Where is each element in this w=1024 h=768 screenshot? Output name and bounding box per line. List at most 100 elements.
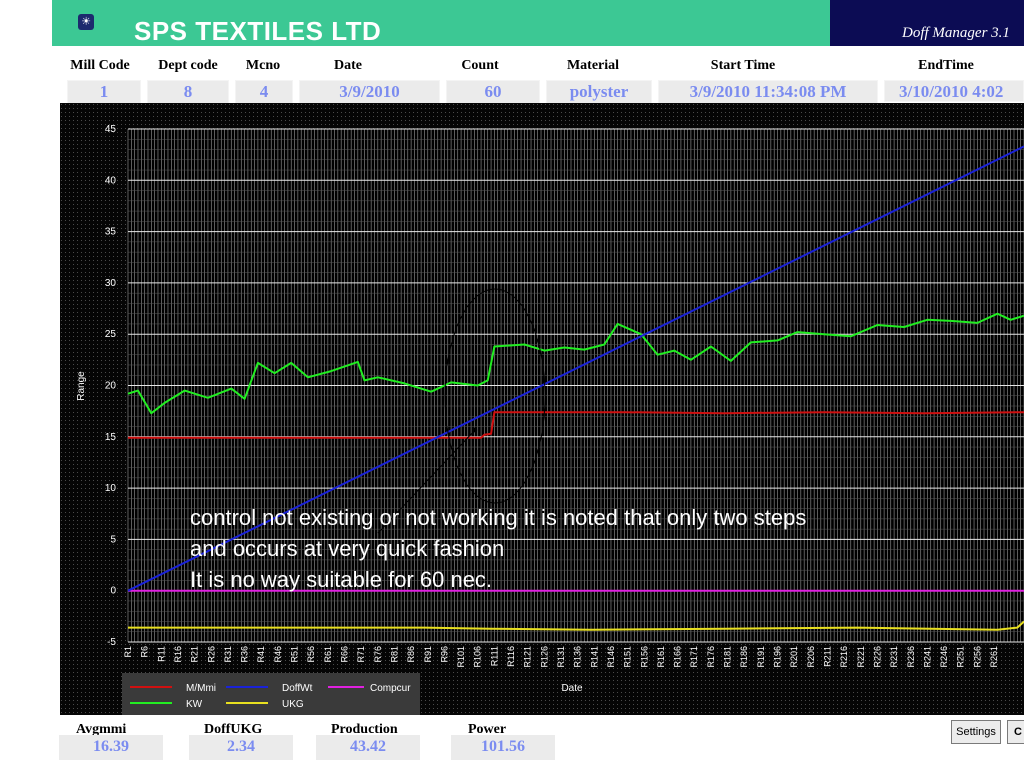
x-tick-label: R141 — [589, 646, 599, 668]
x-tick-label: R151 — [623, 646, 633, 668]
x-tick-label: R186 — [739, 646, 749, 668]
x-tick-label: R246 — [939, 646, 949, 668]
x-tick-label: R16 — [173, 646, 183, 663]
brand-bar: Doff Manager 3.1 — [830, 0, 1024, 46]
y-tick-label: 45 — [105, 124, 117, 135]
y-tick-label: 10 — [105, 483, 117, 494]
doffukg-value[interactable]: 2.34 — [189, 735, 293, 760]
x-tick-label: R26 — [206, 646, 216, 663]
legend-label-kw: KW — [186, 699, 203, 710]
x-tick-label: R236 — [906, 646, 916, 668]
end-time-field[interactable]: 3/10/2010 4:02 — [884, 80, 1024, 102]
x-tick-label: R76 — [373, 646, 383, 663]
x-tick-label: R51 — [290, 646, 300, 663]
header-label-start-time: Start Time — [710, 58, 776, 73]
chart-legend: M/Mmi DoffWt Compcur KW UKG — [122, 673, 420, 715]
doff-chart: 45 40 35 30 25 20 15 10 5 0 -5 R1 R6 R11 R16 R21 R26 R31… — [60, 103, 1024, 715]
x-tick-label: R6 — [140, 646, 150, 658]
header-label-material: Material — [566, 58, 620, 73]
x-tick-label: R161 — [656, 646, 666, 668]
x-tick-label: R196 — [773, 646, 783, 668]
legend-label-mmi: M/Mmi — [186, 683, 216, 694]
x-tick-label: R31 — [223, 646, 233, 663]
x-tick-label: R136 — [573, 646, 583, 668]
annotation-line-2: and occurs at very quick fashion — [190, 536, 504, 561]
y-tick-label: 35 — [105, 227, 117, 238]
header-label-dept-code: Dept code — [158, 58, 218, 73]
dept-code-field[interactable]: 8 — [147, 80, 229, 104]
y-tick-label: 5 — [110, 534, 116, 545]
x-tick-label: R226 — [872, 646, 882, 668]
y-axis-label: Range — [76, 371, 87, 401]
legend-label-ukg: UKG — [282, 699, 304, 710]
y-tick-label: 20 — [105, 381, 117, 392]
x-tick-label: R171 — [689, 646, 699, 668]
production-value[interactable]: 43.42 — [316, 735, 420, 760]
x-tick-label: R96 — [439, 646, 449, 663]
header-label-date: Date — [334, 58, 362, 73]
x-tick-label: R106 — [473, 646, 483, 668]
x-tick-label: R1 — [123, 646, 133, 658]
x-tick-label: R231 — [889, 646, 899, 668]
x-tick-label: R111 — [489, 646, 499, 666]
y-tick-label: 30 — [105, 278, 117, 289]
material-field[interactable]: polyster — [546, 80, 652, 104]
start-time-field[interactable]: 3/9/2010 11:34:08 PM — [658, 80, 878, 104]
close-button[interactable]: C — [1007, 720, 1024, 744]
x-tick-label: R256 — [972, 646, 982, 668]
x-tick-label: R166 — [673, 646, 683, 668]
x-tick-label: R206 — [806, 646, 816, 668]
header-label-end-time: EndTime — [918, 58, 974, 73]
header-label-mcno: Mcno — [245, 58, 281, 73]
annotation-line-1: control not existing or not working it i… — [190, 505, 806, 530]
header-label-mill-code: Mill Code — [70, 58, 130, 73]
x-tick-label: R251 — [956, 646, 966, 668]
x-tick-label: R191 — [756, 646, 766, 668]
date-field[interactable]: 3/9/2010 — [299, 80, 440, 104]
settings-button[interactable]: Settings — [951, 720, 1001, 744]
header-label-count: Count — [461, 58, 499, 73]
annotation-dot — [472, 427, 478, 433]
x-tick-label: R131 — [556, 646, 566, 668]
x-tick-label: R41 — [256, 646, 266, 663]
x-tick-label: R11 — [156, 646, 166, 662]
y-tick-label: 25 — [105, 329, 117, 340]
x-tick-label: R116 — [506, 646, 516, 667]
y-tick-label: 15 — [105, 432, 117, 443]
x-tick-label: R61 — [323, 646, 333, 663]
avgmmi-value[interactable]: 16.39 — [59, 735, 163, 760]
x-tick-label: R261 — [989, 646, 999, 668]
x-tick-label: R126 — [539, 646, 549, 668]
x-tick-label: R36 — [240, 646, 250, 663]
mill-code-field[interactable]: 1 — [67, 80, 141, 104]
y-tick-label: 0 — [110, 586, 116, 597]
x-tick-label: R211 — [822, 646, 832, 667]
x-tick-label: R221 — [856, 646, 866, 668]
x-tick-label: R56 — [306, 646, 316, 663]
app-title: SPS TEXTILES LTD — [134, 16, 382, 46]
x-tick-label: R241 — [922, 646, 932, 668]
x-tick-label: R71 — [356, 646, 366, 663]
x-tick-label: R91 — [423, 646, 433, 663]
chart-svg: 45 40 35 30 25 20 15 10 5 0 -5 R1 R6 R11 R16 R21 R26 R31… — [60, 103, 1024, 715]
x-tick-label: R176 — [706, 646, 716, 668]
x-tick-label: R81 — [389, 646, 399, 663]
y-tick-label: -5 — [107, 637, 116, 648]
annotation-line-3: It is no way suitable for 60 nec. — [190, 567, 492, 592]
count-field[interactable]: 60 — [446, 80, 540, 104]
power-value[interactable]: 101.56 — [451, 735, 555, 760]
x-tick-label: R156 — [639, 646, 649, 668]
x-tick-label: R181 — [723, 646, 733, 668]
x-tick-label: R146 — [606, 646, 616, 668]
x-tick-label: R201 — [789, 646, 799, 668]
legend-label-compcur: Compcur — [370, 683, 411, 694]
legend-label-doffwt: DoffWt — [282, 683, 313, 694]
x-tick-label: R46 — [273, 646, 283, 663]
x-tick-label: R216 — [839, 646, 849, 668]
x-tick-label: R21 — [190, 646, 200, 663]
x-tick-label: R101 — [456, 646, 466, 668]
mcno-field[interactable]: 4 — [235, 80, 293, 104]
y-tick-label: 40 — [105, 175, 117, 186]
app-logo-icon: ☀ — [78, 14, 94, 30]
title-bar: ☀ SPS TEXTILES LTD — [52, 0, 830, 46]
